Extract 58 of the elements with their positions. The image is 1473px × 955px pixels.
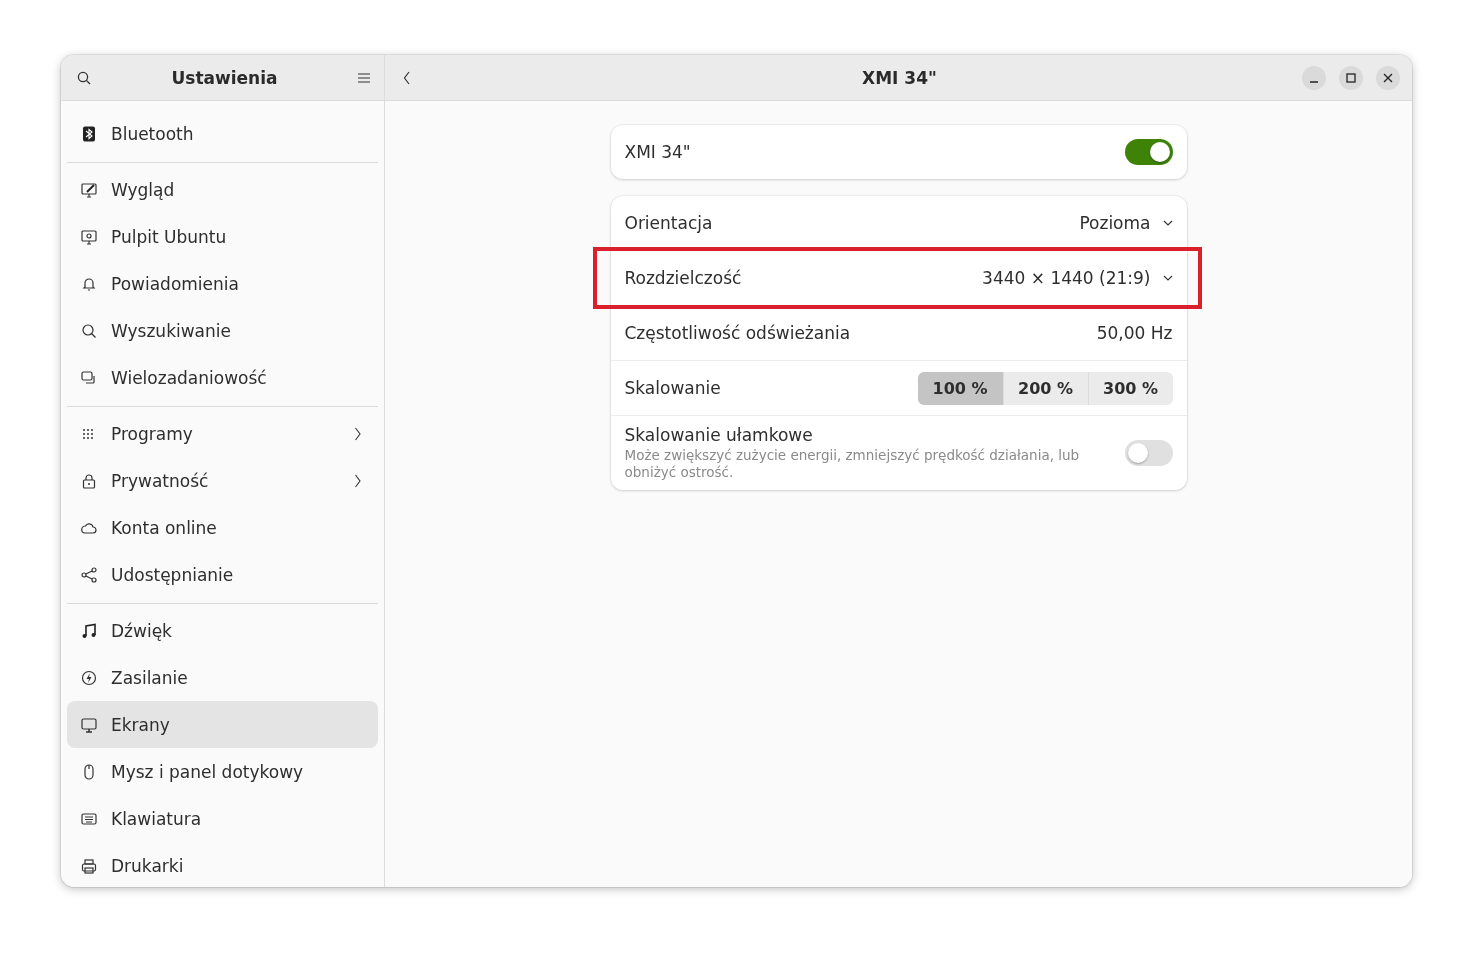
menu-icon bbox=[358, 72, 370, 83]
setting-value: 50,00 Hz bbox=[1096, 323, 1173, 343]
keyboard-icon bbox=[81, 810, 97, 827]
chevron-down-icon bbox=[1162, 275, 1173, 281]
sidebar-item[interactable]: Ekrany bbox=[67, 701, 378, 748]
printer-icon bbox=[81, 857, 97, 874]
sidebar-item[interactable]: Drukarki bbox=[67, 842, 378, 887]
setting-label: Skalowanie ułamkowe bbox=[624, 425, 814, 446]
scale-option[interactable]: 300 % bbox=[1087, 371, 1173, 405]
sidebar-item[interactable]: Dźwięk bbox=[67, 607, 378, 654]
sidebar-item[interactable]: Powiadomienia bbox=[67, 260, 378, 307]
close-button[interactable] bbox=[1376, 65, 1400, 90]
sidebar-item[interactable]: Klawiatura bbox=[67, 795, 378, 842]
mouse-icon bbox=[81, 763, 97, 780]
maximize-button[interactable] bbox=[1339, 65, 1363, 90]
monitor-icon bbox=[81, 716, 97, 733]
search-icon bbox=[81, 322, 97, 339]
sidebar-item[interactable]: Zasilanie bbox=[67, 654, 378, 701]
minimize-button[interactable] bbox=[1302, 65, 1326, 90]
monitor-brush-icon bbox=[81, 181, 97, 198]
share-icon bbox=[81, 566, 97, 583]
setting-label: Częstotliwość odświeżania bbox=[624, 323, 851, 343]
setting-label: Orientacja bbox=[624, 213, 713, 233]
setting-label: Rozdzielczość bbox=[624, 268, 742, 288]
sidebar-item[interactable]: Konta online bbox=[67, 504, 378, 551]
setting-description: Może zwiększyć zużycie energii, zmniejszyć prędkość działania, lub obniżyć ostrość. bbox=[624, 447, 1081, 481]
monitor-name: XMI 34" bbox=[624, 142, 691, 162]
sidebar-title: Ustawienia bbox=[171, 67, 278, 88]
chevron-down-icon bbox=[1162, 220, 1173, 226]
windows-icon bbox=[81, 369, 97, 386]
search-icon bbox=[77, 70, 91, 85]
power-icon bbox=[81, 669, 97, 686]
close-icon bbox=[1383, 72, 1393, 83]
sidebar-item[interactable]: Programy bbox=[67, 410, 378, 457]
sidebar-item[interactable]: Mysz i panel dotykowy bbox=[67, 748, 378, 795]
bell-icon bbox=[81, 275, 97, 292]
sidebar-item[interactable]: Wyszukiwanie bbox=[67, 307, 378, 354]
dropdown[interactable]: 3440 × 1440 (21:9) bbox=[982, 264, 1173, 292]
toggle-switch[interactable] bbox=[1124, 440, 1173, 466]
lock-icon bbox=[81, 472, 97, 489]
monitor-icon bbox=[81, 228, 97, 245]
sidebar-item[interactable]: Bluetooth bbox=[67, 110, 378, 157]
scale-option[interactable]: 100 % bbox=[917, 371, 1003, 405]
toggle-switch[interactable] bbox=[1124, 139, 1173, 165]
music-note-icon bbox=[81, 622, 97, 639]
maximize-icon bbox=[1346, 72, 1356, 83]
sidebar-item[interactable]: Udostępnianie bbox=[67, 551, 378, 598]
dropdown[interactable]: Pozioma bbox=[1079, 209, 1173, 237]
sidebar-item[interactable]: Wielozadaniowość bbox=[67, 354, 378, 401]
minimize-icon bbox=[1310, 80, 1318, 83]
scale-option[interactable]: 200 % bbox=[1002, 371, 1088, 405]
setting-label: Skalowanie bbox=[624, 378, 721, 398]
sidebar-item[interactable]: Wygląd bbox=[67, 166, 378, 213]
page-title: XMI 34" bbox=[862, 67, 937, 88]
chevron-left-icon bbox=[403, 70, 411, 85]
sidebar-item[interactable]: Prywatność bbox=[67, 457, 378, 504]
sidebar-item[interactable]: Pulpit Ubuntu bbox=[67, 213, 378, 260]
bluetooth-icon bbox=[81, 125, 97, 142]
